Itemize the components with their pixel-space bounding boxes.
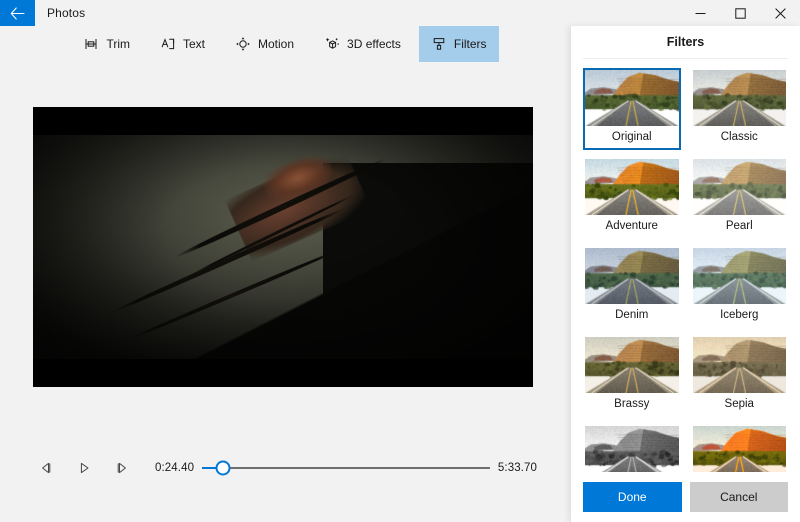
filter-card-pearl[interactable]: Pearl — [691, 157, 789, 239]
filter-thumbnail — [585, 159, 679, 215]
previous-frame-button[interactable] — [33, 455, 59, 481]
filters-grid: Original Classic Adventure Pearl Denim Iceber… — [583, 68, 788, 472]
filters-list[interactable]: Original Classic Adventure Pearl Denim Iceber… — [571, 59, 800, 472]
current-time-label: 0:24.40 — [155, 462, 194, 474]
photos-video-editor-window: Photos Trim Text Motion 3D effects Filte… — [0, 0, 800, 522]
filter-thumbnail-holder — [693, 159, 787, 215]
filter-label: Iceberg — [693, 304, 787, 326]
next-frame-icon — [115, 461, 129, 475]
filter-card-original[interactable]: Original — [583, 68, 681, 150]
scene-vignette — [33, 107, 533, 387]
filter-card-9[interactable] — [691, 424, 789, 472]
minimize-icon — [695, 8, 706, 19]
filter-card-brassy[interactable]: Brassy — [583, 335, 681, 417]
filter-label: Pearl — [693, 215, 787, 237]
video-preview[interactable] — [33, 107, 533, 387]
filter-label: Adventure — [585, 215, 679, 237]
cancel-button[interactable]: Cancel — [690, 482, 789, 512]
video-scene-image — [33, 107, 533, 387]
total-time-label: 5:33.70 — [498, 462, 537, 474]
timeline-slider[interactable] — [202, 455, 490, 481]
window-controls — [680, 0, 800, 26]
tool-trim-label: Trim — [106, 37, 130, 51]
filters-panel: Filters Original Classic Adventure Pearl Den… — [570, 26, 800, 522]
tool-filters-label: Filters — [454, 37, 487, 51]
filter-thumbnail — [585, 337, 679, 393]
filter-thumbnail — [693, 426, 787, 472]
filter-thumbnail-holder — [585, 248, 679, 304]
filter-thumbnail-holder — [585, 337, 679, 393]
filter-label: Denim — [585, 304, 679, 326]
filter-thumbnail-holder — [585, 426, 679, 472]
filter-thumbnail — [693, 70, 787, 126]
maximize-icon — [735, 8, 746, 19]
back-arrow-icon — [10, 7, 25, 20]
title-bar: Photos — [0, 0, 800, 26]
video-frame — [33, 107, 533, 387]
editor-stage: 0:24.40 5:33.70 — [0, 62, 570, 522]
previous-frame-icon — [39, 461, 53, 475]
filter-card-adventure[interactable]: Adventure — [583, 157, 681, 239]
trim-icon — [83, 36, 99, 52]
tool-motion[interactable]: Motion — [223, 26, 306, 62]
filter-thumbnail — [585, 70, 679, 126]
back-button[interactable] — [0, 0, 35, 26]
filter-card-denim[interactable]: Denim — [583, 246, 681, 328]
filter-card-iceberg[interactable]: Iceberg — [691, 246, 789, 328]
done-button[interactable]: Done — [583, 482, 682, 512]
letterbox-bottom — [33, 359, 533, 387]
tool-3d-effects[interactable]: 3D effects — [312, 26, 413, 62]
tool-filters[interactable]: Filters — [419, 26, 499, 62]
minimize-button[interactable] — [680, 0, 720, 26]
text-icon — [160, 36, 176, 52]
letterbox-top — [33, 107, 533, 135]
filter-label: Original — [585, 126, 679, 148]
filter-thumbnail — [585, 248, 679, 304]
editor-toolbar: Trim Text Motion 3D effects Filters — [0, 26, 570, 62]
next-frame-button[interactable] — [109, 455, 135, 481]
play-button[interactable] — [71, 455, 97, 481]
filter-thumbnail-holder — [585, 70, 679, 126]
filter-thumbnail-holder — [585, 159, 679, 215]
filter-thumbnail — [693, 248, 787, 304]
tool-text[interactable]: Text — [148, 26, 217, 62]
filter-label: Brassy — [585, 393, 679, 415]
close-icon — [775, 8, 786, 19]
motion-icon — [235, 36, 251, 52]
filters-icon — [431, 36, 447, 52]
filter-label: Sepia — [693, 393, 787, 415]
tool-3d-effects-label: 3D effects — [347, 37, 401, 51]
play-icon — [77, 461, 91, 475]
filter-thumbnail-holder — [693, 337, 787, 393]
tool-text-label: Text — [183, 37, 205, 51]
timeline-thumb[interactable] — [216, 461, 231, 476]
filter-thumbnail-holder — [693, 70, 787, 126]
filter-card-8[interactable] — [583, 424, 681, 472]
tool-trim[interactable]: Trim — [71, 26, 142, 62]
filter-label: Classic — [693, 126, 787, 148]
filter-thumbnail — [585, 426, 679, 472]
maximize-button[interactable] — [720, 0, 760, 26]
3d-effects-icon — [324, 36, 340, 52]
timeline-track — [202, 467, 490, 469]
filter-card-sepia[interactable]: Sepia — [691, 335, 789, 417]
playback-controls: 0:24.40 5:33.70 — [0, 448, 570, 488]
filters-panel-title: Filters — [571, 26, 800, 58]
filter-thumbnail — [693, 159, 787, 215]
filter-card-classic[interactable]: Classic — [691, 68, 789, 150]
tool-motion-label: Motion — [258, 37, 294, 51]
filter-thumbnail-holder — [693, 426, 787, 472]
filter-thumbnail-holder — [693, 248, 787, 304]
filter-thumbnail — [693, 337, 787, 393]
app-title: Photos — [35, 0, 85, 26]
panel-footer: Done Cancel — [571, 472, 800, 522]
close-button[interactable] — [760, 0, 800, 26]
